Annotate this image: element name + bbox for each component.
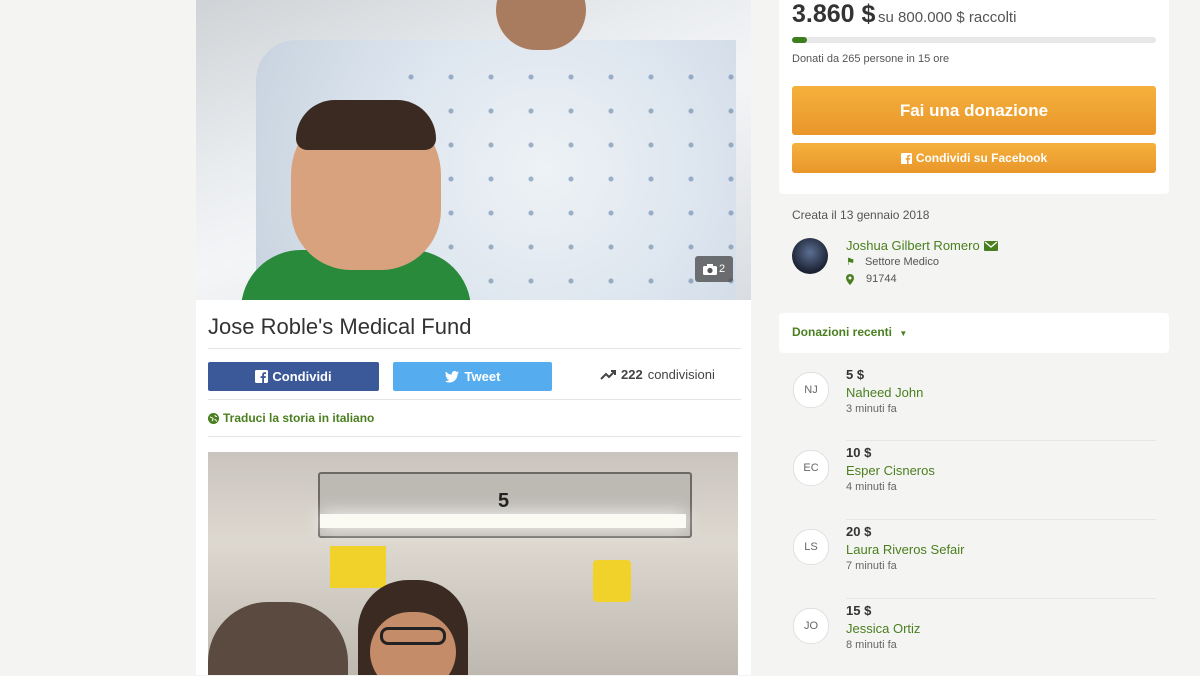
donation-amount: 15 $	[846, 603, 872, 618]
organizer-location: 91744	[846, 273, 897, 285]
donor-initials: NJ	[793, 372, 829, 408]
donation-time: 8 minuti fa	[846, 639, 897, 651]
donor-name[interactable]: Laura Riveros Sefair	[846, 542, 965, 557]
recent-donations-label: Donazioni recenti	[792, 325, 893, 339]
donation-amount: 10 $	[846, 445, 872, 460]
envelope-icon[interactable]	[983, 240, 998, 251]
donation-amount: 5 $	[846, 367, 865, 382]
organizer-category: ⚑ Settore Medico	[846, 256, 939, 268]
donation-amount: 20 $	[846, 524, 872, 539]
campaign-title: Jose Roble's Medical Fund	[208, 314, 472, 339]
wall-sign	[330, 546, 386, 588]
light-tube	[320, 514, 686, 528]
organizer-name: Joshua Gilbert Romero	[846, 238, 980, 253]
translate-story-label: Traduci la storia in italiano	[223, 411, 375, 425]
organizer-zip: 91744	[866, 273, 897, 285]
facebook-icon	[255, 370, 269, 383]
room-number: 5	[498, 490, 510, 512]
donate-button[interactable]: Fai una donazione	[792, 86, 1156, 135]
donation-item: JO 15 $ Jessica Ortiz 8 minuti fa	[779, 598, 1169, 676]
share-facebook-label: Condividi su Facebook	[915, 151, 1048, 165]
donation-time: 4 minuti fa	[846, 481, 897, 493]
amount-raised: 3.860 $	[792, 0, 876, 28]
divider	[846, 598, 1156, 599]
divider	[846, 519, 1156, 520]
facebook-share-button[interactable]: Condividi	[208, 362, 379, 391]
story-photo[interactable]: 5	[208, 452, 738, 675]
donation-item: NJ 5 $ Naheed John 3 minuti fa	[779, 362, 1169, 440]
divider	[208, 399, 741, 400]
caret-down-icon: ▼	[899, 329, 908, 338]
donation-item: EC 10 $ Esper Cisneros 4 minuti fa	[779, 440, 1169, 518]
share-count: 222 condivisioni	[600, 367, 715, 382]
map-pin-icon	[846, 273, 854, 285]
photo-count-badge[interactable]: 2	[695, 256, 733, 282]
photo-count-value: 2	[718, 263, 726, 275]
organizer-category-label: Settore Medico	[864, 256, 939, 268]
divider	[208, 436, 741, 437]
facebook-icon	[900, 152, 912, 164]
donors-summary: Donati da 265 persone in 15 ore	[792, 53, 950, 65]
recent-donations-toggle[interactable]: Donazioni recenti ▼	[792, 325, 907, 339]
divider	[208, 348, 741, 349]
twitter-bird-icon	[444, 370, 459, 382]
glasses	[380, 627, 446, 645]
divider	[846, 440, 1156, 441]
organizer-avatar[interactable]	[792, 238, 828, 274]
progress-fill	[792, 37, 807, 43]
organizer-name-link[interactable]: Joshua Gilbert Romero	[846, 238, 998, 253]
trending-up-icon	[600, 369, 616, 380]
donor-name[interactable]: Esper Cisneros	[846, 463, 935, 478]
donor-initials: EC	[793, 450, 829, 486]
donation-item: LS 20 $ Laura Riveros Sefair 7 minuti fa	[779, 519, 1169, 597]
share-count-label: condivisioni	[647, 367, 715, 382]
donor-name[interactable]: Jessica Ortiz	[846, 621, 920, 636]
tweet-button[interactable]: Tweet	[393, 362, 552, 391]
donor-initials: LS	[793, 529, 829, 565]
globe-icon	[208, 412, 219, 424]
donor-name[interactable]: Naheed John	[846, 385, 923, 400]
donation-time: 7 minuti fa	[846, 560, 897, 572]
tag-icon: ⚑	[846, 256, 855, 268]
donation-time: 3 minuti fa	[846, 403, 897, 415]
facebook-share-label: Condividi	[272, 369, 332, 384]
campaign-hero-photo[interactable]: 2	[196, 0, 751, 300]
share-count-value: 222	[621, 367, 643, 382]
goal-text: su 800.000 $ raccolti	[878, 9, 1017, 26]
progress-bar	[792, 37, 1156, 43]
share-facebook-button[interactable]: Condividi su Facebook	[792, 143, 1156, 173]
tweet-label: Tweet	[464, 369, 501, 384]
person-shoulder	[208, 602, 348, 675]
translate-story-link[interactable]: Traduci la storia in italiano	[208, 411, 374, 425]
camera-icon	[702, 263, 717, 275]
child-hair	[296, 100, 436, 150]
created-date: Creata il 13 gennaio 2018	[792, 208, 930, 222]
warning-sign	[593, 560, 631, 602]
donor-initials: JO	[793, 608, 829, 644]
